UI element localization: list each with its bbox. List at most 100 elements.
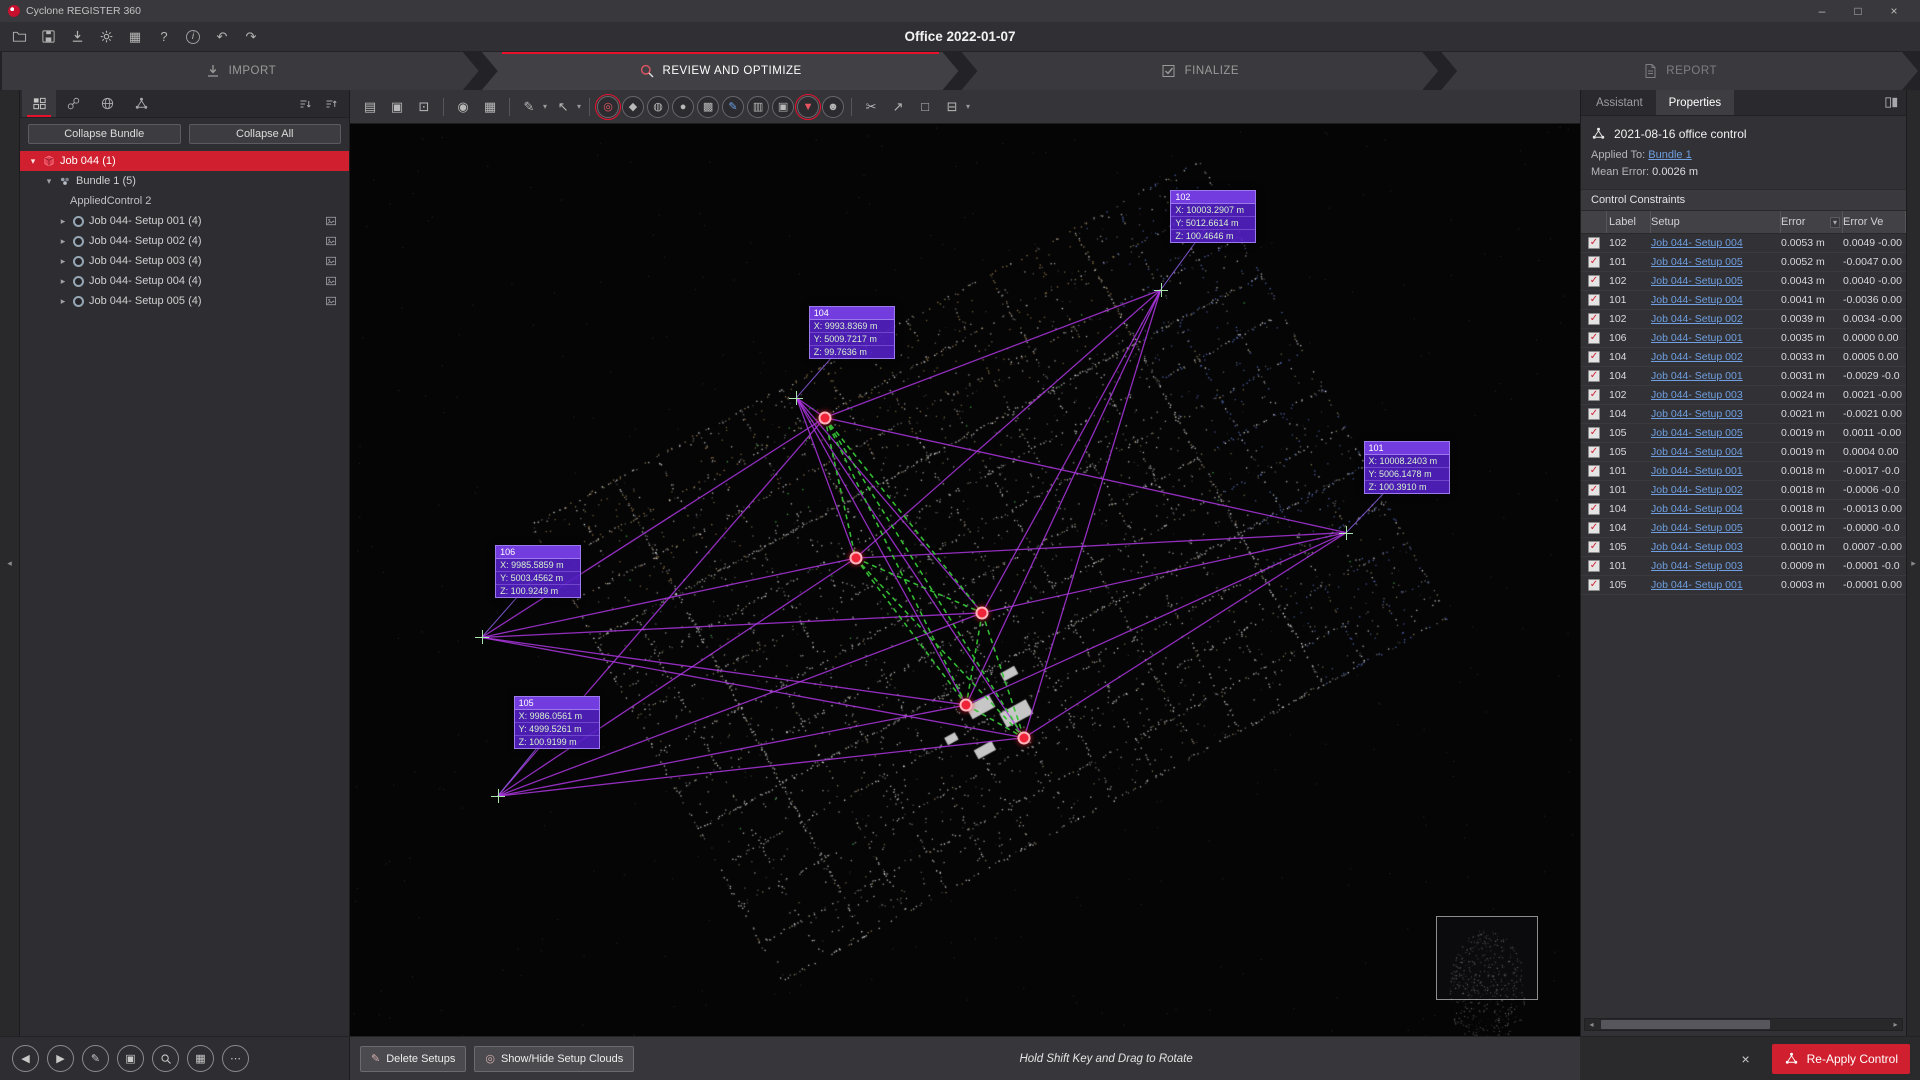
constraint-checkbox[interactable]: ✓ xyxy=(1588,484,1600,496)
constraint-setup-link[interactable]: Job 044- Setup 001 xyxy=(1651,579,1743,591)
tree-item-setup[interactable]: ▸ Job 044- Setup 005 (4) xyxy=(20,291,349,311)
constraint-row[interactable]: ✓ 102 Job 044- Setup 002 0.0039 m 0.0034… xyxy=(1581,310,1906,329)
web-tab-icon[interactable] xyxy=(90,90,124,117)
control-point-marker[interactable] xyxy=(491,789,505,803)
maximize-icon[interactable]: □ xyxy=(1840,0,1876,22)
constraint-checkbox[interactable]: ✓ xyxy=(1588,579,1600,591)
tab-assistant[interactable]: Assistant xyxy=(1583,90,1656,115)
image-thumbnail-icon[interactable] xyxy=(325,235,337,247)
pick-tool-icon[interactable]: ↖ xyxy=(551,95,575,119)
constraint-setup-link[interactable]: Job 044- Setup 002 xyxy=(1651,351,1743,363)
links-tab-icon[interactable] xyxy=(56,90,90,117)
setup-point-marker[interactable] xyxy=(849,552,862,565)
constraint-checkbox[interactable]: ✓ xyxy=(1588,522,1600,534)
constraint-row[interactable]: ✓ 105 Job 044- Setup 003 0.0010 m 0.0007… xyxy=(1581,538,1906,557)
snapshot-icon[interactable]: □ xyxy=(913,95,937,119)
cloud-tool-icon[interactable]: ◍ xyxy=(647,96,669,118)
copy-view-icon[interactable]: ▣ xyxy=(385,95,409,119)
setup-point-marker[interactable] xyxy=(1018,731,1031,744)
dropdown-caret-icon[interactable]: ▾ xyxy=(966,102,970,111)
tree-item-job[interactable]: ▾ Job 044 (1) xyxy=(20,151,349,171)
layout-icon[interactable]: ⊟ xyxy=(940,95,964,119)
image-thumbnail-icon[interactable] xyxy=(325,295,337,307)
minimize-icon[interactable]: – xyxy=(1804,0,1840,22)
bundles-tab-icon[interactable] xyxy=(124,90,158,117)
tree-item-setup[interactable]: ▸ Job 044- Setup 002 (4) xyxy=(20,231,349,251)
constraint-checkbox[interactable]: ✓ xyxy=(1588,446,1600,458)
constraint-setup-link[interactable]: Job 044- Setup 004 xyxy=(1651,446,1743,458)
panel-layout-icon[interactable] xyxy=(1884,90,1906,115)
constraint-setup-link[interactable]: Job 044- Setup 005 xyxy=(1651,256,1743,268)
expand-caret-icon[interactable]: ▸ xyxy=(58,296,68,307)
constraint-row[interactable]: ✓ 101 Job 044- Setup 005 0.0052 m -0.004… xyxy=(1581,253,1906,272)
tree-item-setup[interactable]: ▸ Job 044- Setup 003 (4) xyxy=(20,251,349,271)
scrollbar-track[interactable] xyxy=(1598,1019,1889,1030)
close-bar-icon[interactable]: × xyxy=(1736,1051,1756,1067)
view-mode-icon[interactable]: ◉ xyxy=(451,95,475,119)
constraint-row[interactable]: ✓ 104 Job 044- Setup 001 0.0031 m -0.002… xyxy=(1581,367,1906,386)
constraint-checkbox[interactable]: ✓ xyxy=(1588,237,1600,249)
tab-review-and-optimize[interactable]: REVIEW AND OPTIMIZE xyxy=(482,52,959,90)
column-error-vector[interactable]: Error Ve xyxy=(1843,211,1906,233)
control-label[interactable]: 101X: 10008.2403 mY: 5006.1478 mZ: 100.3… xyxy=(1364,441,1450,494)
dropdown-caret-icon[interactable]: ▾ xyxy=(543,102,547,111)
tree-item-applied-control[interactable]: AppliedControl 2 xyxy=(20,191,349,211)
left-panel-collapse-handle[interactable]: ◂ xyxy=(0,90,20,1036)
search-icon[interactable] xyxy=(152,1045,179,1072)
constraint-setup-link[interactable]: Job 044- Setup 003 xyxy=(1651,560,1743,572)
expand-caret-icon[interactable]: ▸ xyxy=(58,236,68,247)
column-setup[interactable]: Setup xyxy=(1651,211,1781,233)
control-point-marker[interactable] xyxy=(1154,283,1168,297)
play-icon[interactable]: ▶ xyxy=(47,1045,74,1072)
collapse-all-button[interactable]: Collapse All xyxy=(189,124,342,144)
constraint-row[interactable]: ✓ 104 Job 044- Setup 005 0.0012 m -0.000… xyxy=(1581,519,1906,538)
show-hide-setup-clouds-button[interactable]: ◎ Show/Hide Setup Clouds xyxy=(474,1046,634,1072)
constraint-setup-link[interactable]: Job 044- Setup 001 xyxy=(1651,332,1743,344)
expand-caret-icon[interactable]: ▸ xyxy=(58,216,68,227)
constraint-row[interactable]: ✓ 104 Job 044- Setup 003 0.0021 m -0.002… xyxy=(1581,405,1906,424)
control-point-marker[interactable] xyxy=(1339,526,1353,540)
sites-tab-icon[interactable] xyxy=(22,90,56,117)
setup-point-marker[interactable] xyxy=(976,606,989,619)
zoom-window-icon[interactable]: ⊡ xyxy=(412,95,436,119)
draw-tool-icon[interactable]: ✎ xyxy=(722,96,744,118)
geotag-tool-icon[interactable]: ▼ xyxy=(797,96,819,118)
constraint-row[interactable]: ✓ 102 Job 044- Setup 004 0.0053 m 0.0049… xyxy=(1581,234,1906,253)
collapse-tree-icon[interactable] xyxy=(319,93,343,115)
collapse-caret-icon[interactable]: ▾ xyxy=(44,176,54,187)
constraint-setup-link[interactable]: Job 044- Setup 003 xyxy=(1651,541,1743,553)
image-thumbnail-icon[interactable] xyxy=(325,215,337,227)
constraint-setup-link[interactable]: Job 044- Setup 001 xyxy=(1651,370,1743,382)
constraint-checkbox[interactable]: ✓ xyxy=(1588,541,1600,553)
tag-tool-icon[interactable]: ◆ xyxy=(622,96,644,118)
more-options-icon[interactable]: ⋯ xyxy=(222,1045,249,1072)
setup-point-marker[interactable] xyxy=(818,411,831,424)
tab-finalize[interactable]: FINALIZE xyxy=(962,52,1439,90)
horizontal-scrollbar[interactable]: ◂ ▸ xyxy=(1584,1018,1903,1031)
open-project-icon[interactable] xyxy=(6,25,32,49)
constraint-checkbox[interactable]: ✓ xyxy=(1588,427,1600,439)
collapse-bundle-button[interactable]: Collapse Bundle xyxy=(28,124,181,144)
tree-item-setup[interactable]: ▸ Job 044- Setup 004 (4) xyxy=(20,271,349,291)
constraint-checkbox[interactable]: ✓ xyxy=(1588,389,1600,401)
info-icon[interactable]: i xyxy=(180,25,206,49)
constraint-row[interactable]: ✓ 101 Job 044- Setup 003 0.0009 m -0.000… xyxy=(1581,557,1906,576)
scrollbar-thumb[interactable] xyxy=(1601,1020,1770,1029)
mesh-tool-icon[interactable]: ▩ xyxy=(697,96,719,118)
dropdown-caret-icon[interactable]: ▾ xyxy=(577,102,581,111)
constraint-row[interactable]: ✓ 104 Job 044- Setup 002 0.0033 m 0.0005… xyxy=(1581,348,1906,367)
undo-icon[interactable]: ↶ xyxy=(209,25,235,49)
storage-icon[interactable]: ▦ xyxy=(122,25,148,49)
collapse-caret-icon[interactable]: ▾ xyxy=(28,156,38,167)
constraint-row[interactable]: ✓ 105 Job 044- Setup 004 0.0019 m 0.0004… xyxy=(1581,443,1906,462)
camera-tool-icon[interactable]: ▣ xyxy=(772,96,794,118)
duplicate-icon[interactable]: ▣ xyxy=(117,1045,144,1072)
sitemap-thumbnail[interactable]: SiteMap xyxy=(1436,916,1538,1000)
constraint-setup-link[interactable]: Job 044- Setup 001 xyxy=(1651,465,1743,477)
delete-setups-button[interactable]: ✎ Delete Setups xyxy=(360,1046,466,1072)
keypad-icon[interactable]: ▦ xyxy=(187,1045,214,1072)
save-project-icon[interactable] xyxy=(35,25,61,49)
tab-import[interactable]: IMPORT xyxy=(2,52,479,90)
constraint-checkbox[interactable]: ✓ xyxy=(1588,275,1600,287)
control-point-marker[interactable] xyxy=(475,630,489,644)
